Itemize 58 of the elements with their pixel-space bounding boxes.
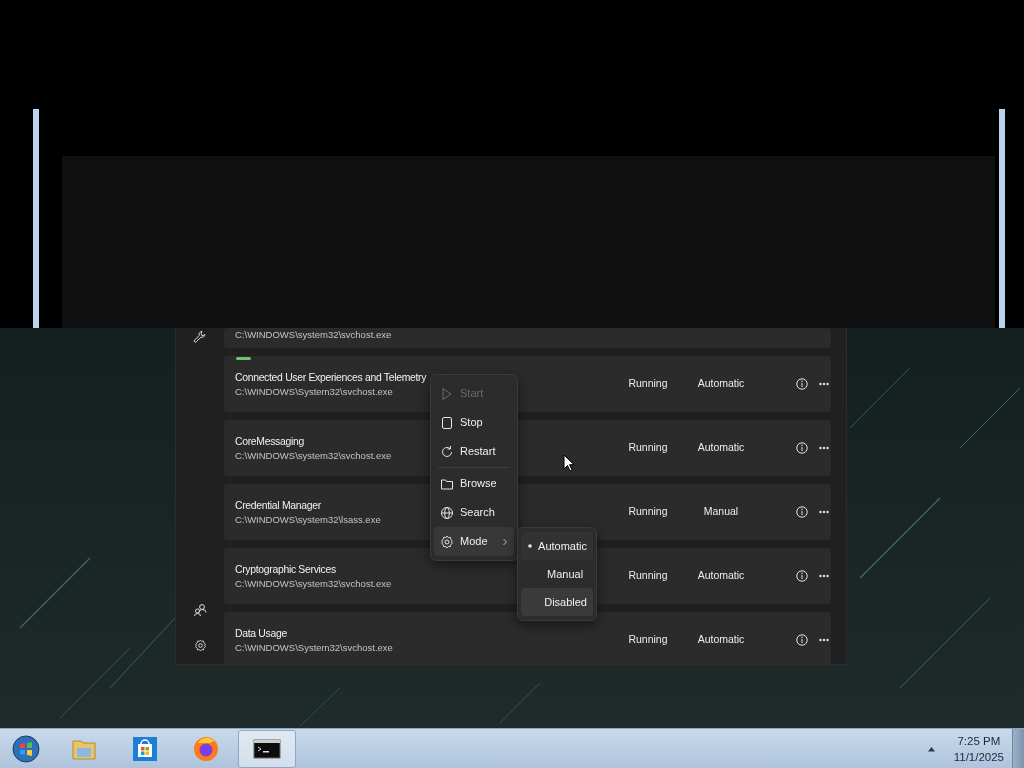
clock-date: 11/1/2025 <box>953 749 1004 765</box>
menu-item[interactable]: Restart <box>434 437 514 466</box>
cursor-icon <box>563 454 575 472</box>
service-path: C:\WINDOWS\system32\svchost.exe <box>235 576 392 590</box>
info-icon[interactable] <box>796 378 808 390</box>
more-icon[interactable] <box>819 446 829 450</box>
start-icon <box>12 734 40 763</box>
service-name: Cryptographic Services <box>235 562 336 577</box>
restart-icon <box>440 444 454 459</box>
play-icon <box>440 386 454 401</box>
startup-mode: Automatic <box>697 633 745 646</box>
stop-icon <box>440 415 454 430</box>
info-icon[interactable] <box>796 442 808 454</box>
service-row[interactable]: Data Usage C:\WINDOWS\System32\svchost.exe Running Automatic <box>224 612 831 664</box>
more-icon[interactable] <box>819 382 829 386</box>
service-name: Connected User Experiences and Telemetry <box>235 370 427 385</box>
menu-item[interactable]: Manual <box>521 560 593 588</box>
service-status: Running <box>628 569 668 582</box>
more-icon[interactable] <box>819 510 829 514</box>
service-path: C:\WINDOWS\system32\lsass.exe <box>235 512 381 526</box>
bullet-icon <box>527 544 532 548</box>
menu-item[interactable]: Search <box>434 498 514 527</box>
clock-time: 7:25 PM <box>957 733 1001 749</box>
menu-item[interactable]: Mode <box>434 527 514 556</box>
service-status: Running <box>628 505 668 518</box>
wrench-icon[interactable] <box>193 330 207 344</box>
tray-arrow-icon[interactable] <box>926 745 936 752</box>
service-status: Running <box>628 377 668 390</box>
startup-mode: Automatic <box>697 377 745 390</box>
service-name: Data Usage <box>235 626 287 641</box>
startup-mode: Automatic <box>697 569 745 582</box>
service-status: Running <box>628 441 668 454</box>
service-path: C:\WINDOWS\system32\svchost.exe <box>235 328 392 341</box>
service-path: C:\WINDOWS\System32\svchost.exe <box>235 640 393 654</box>
settings-icon <box>440 534 454 549</box>
bag-icon <box>131 734 159 763</box>
taskbar-app[interactable] <box>238 729 296 768</box>
chevron-icon <box>502 537 508 546</box>
info-icon[interactable] <box>796 570 808 582</box>
settings-icon[interactable] <box>193 639 207 652</box>
service-name: Credential Manager <box>235 498 321 513</box>
folder-icon <box>440 476 454 491</box>
more-icon[interactable] <box>819 574 829 578</box>
service-status: Running <box>628 633 668 646</box>
startup-mode: Manual <box>703 505 739 518</box>
menu-item[interactable]: Automatic <box>521 532 593 560</box>
service-name: CoreMessaging <box>235 434 304 449</box>
info-icon[interactable] <box>796 634 808 646</box>
startup-mode: Automatic <box>697 441 745 454</box>
menu-item[interactable]: Disabled <box>521 588 593 616</box>
browser-icon <box>192 734 220 763</box>
service-path: C:\WINDOWS\System32\svchost.exe <box>235 384 393 398</box>
people-icon[interactable] <box>193 603 207 617</box>
service-path: C:\WINDOWS\system32\svchost.exe <box>235 448 392 462</box>
service-row[interactable]: C:\WINDOWS\system32\svchost.exe <box>224 328 831 348</box>
more-icon[interactable] <box>819 638 829 642</box>
info-icon[interactable] <box>796 506 808 518</box>
globe-icon <box>440 505 454 520</box>
